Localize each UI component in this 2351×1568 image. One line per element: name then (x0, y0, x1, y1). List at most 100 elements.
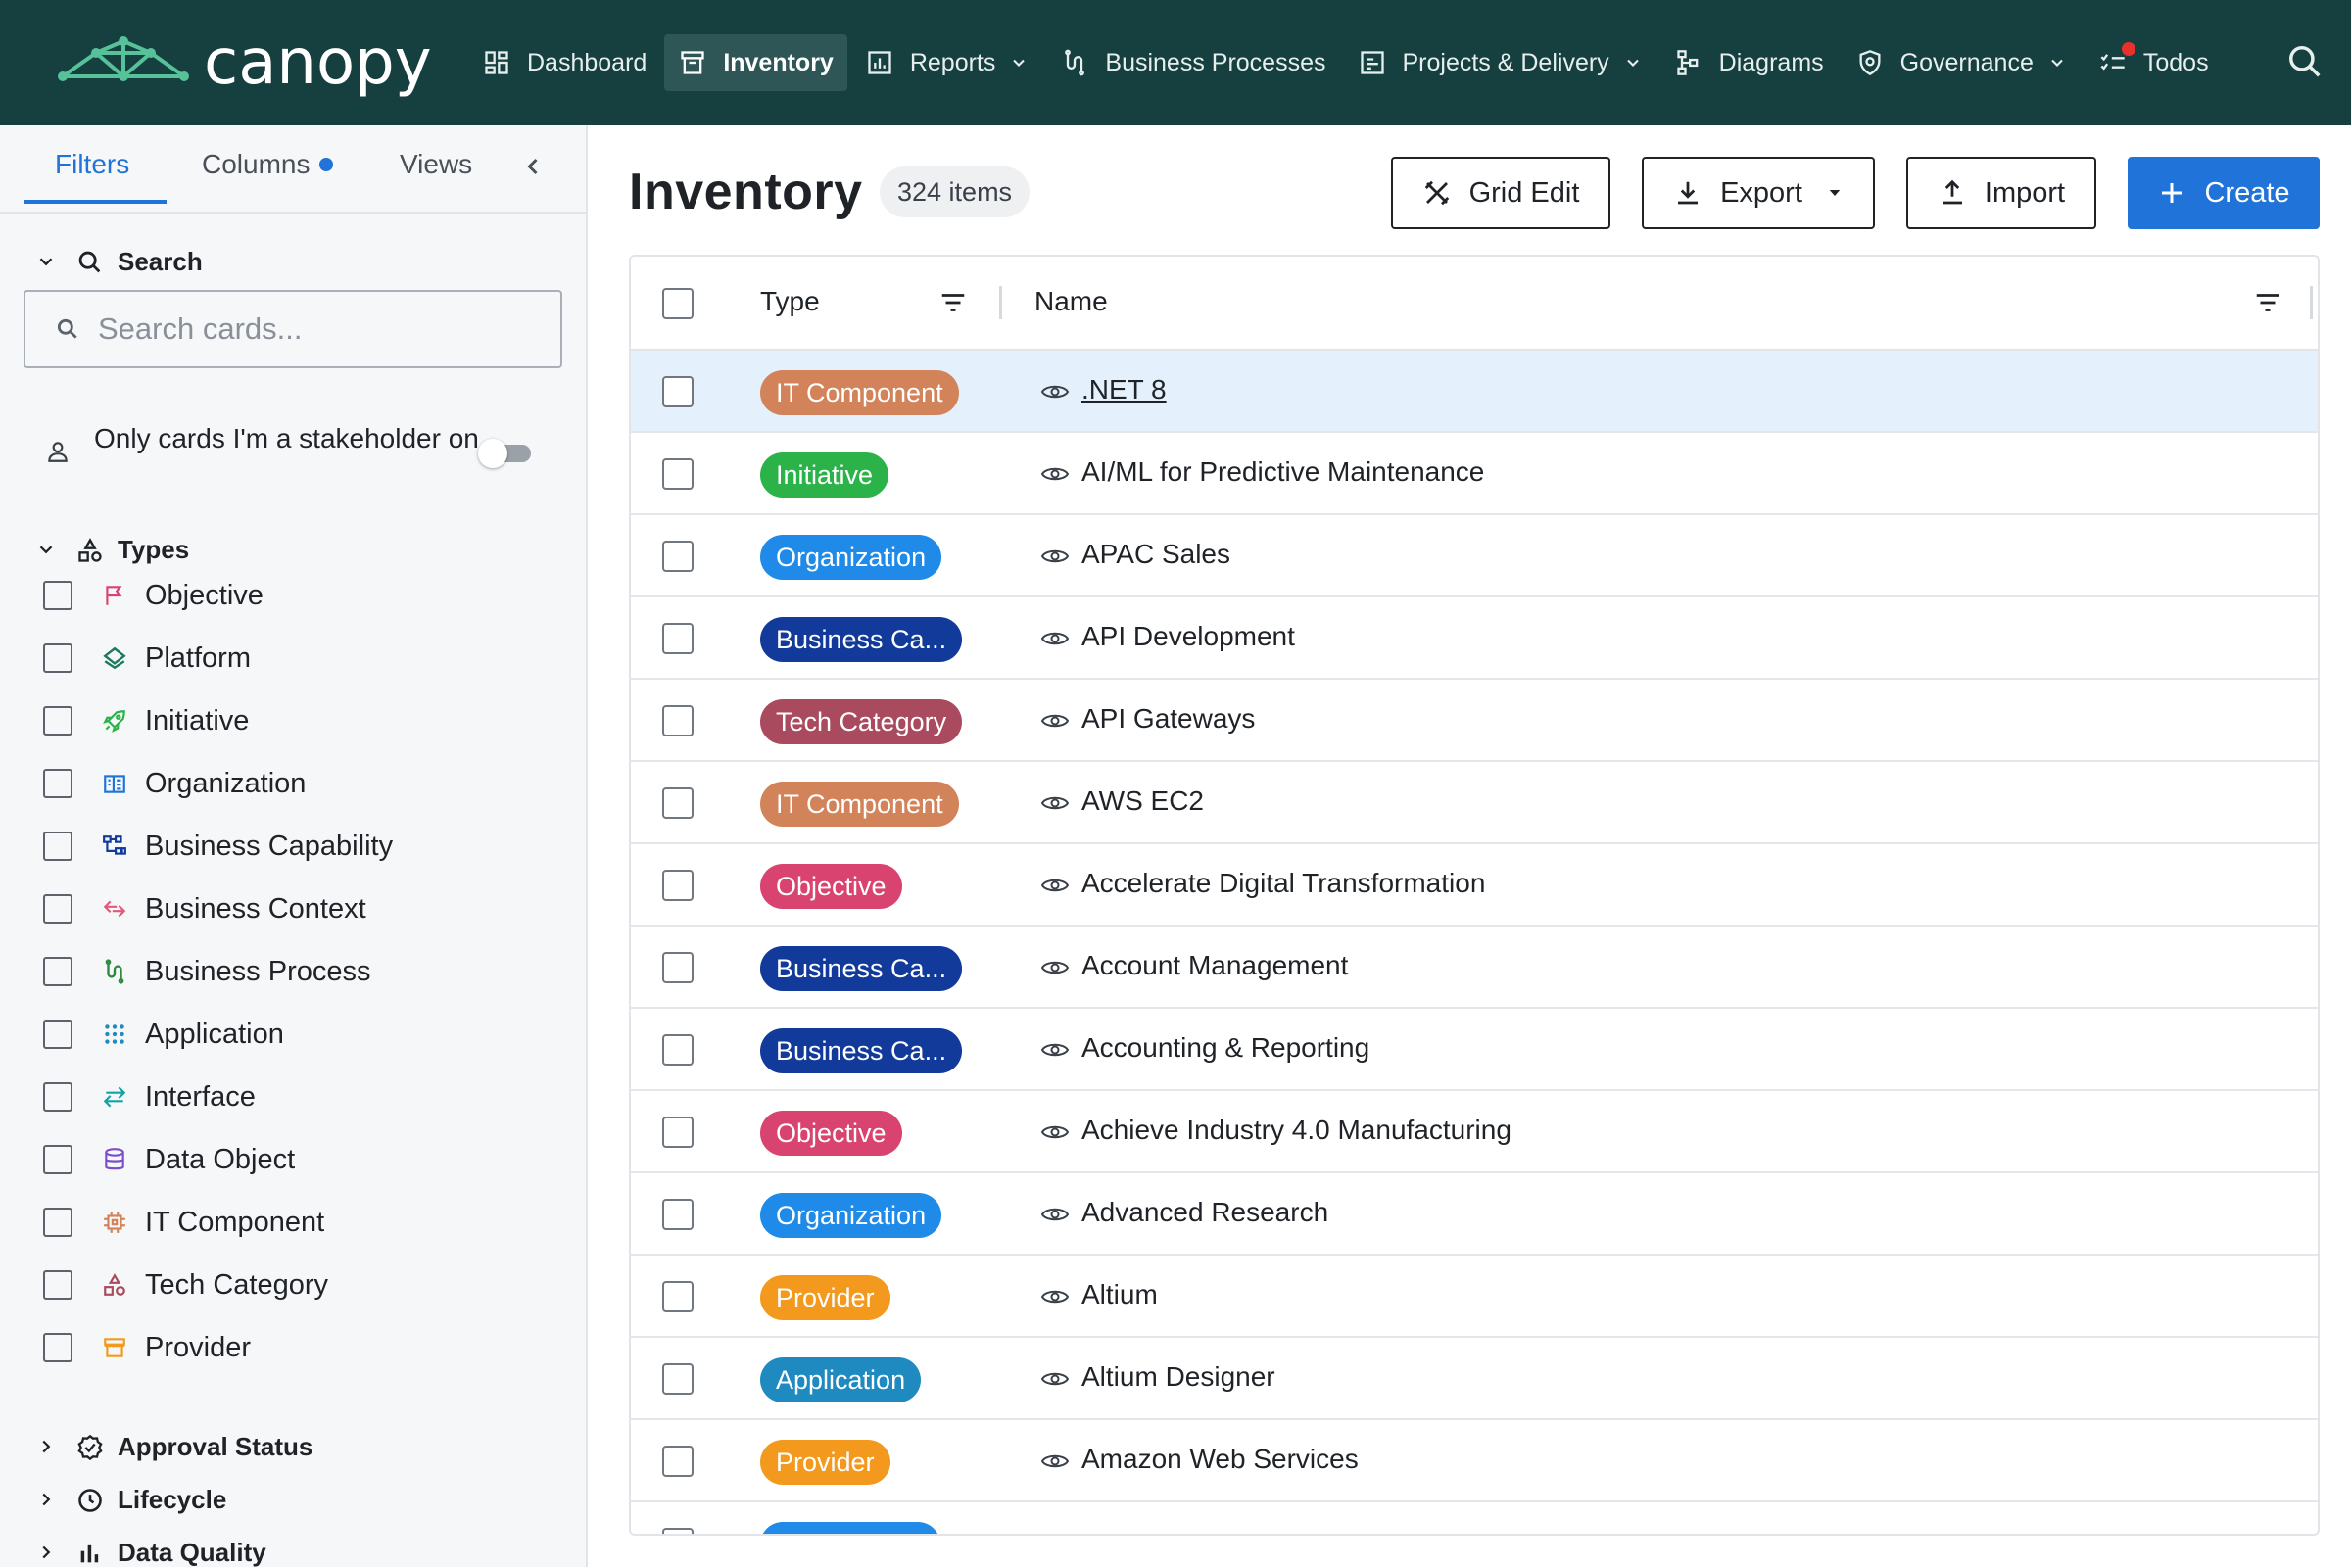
grid-edit-button[interactable]: Grid Edit (1391, 157, 1610, 229)
nav-dashboard[interactable]: Dashboard (468, 34, 660, 91)
tab-filters[interactable]: Filters (55, 149, 129, 180)
table-row[interactable]: Business Ca... Account Management (631, 927, 2318, 1009)
search-section-header[interactable]: Search (35, 247, 203, 277)
type-filter-tech-category[interactable]: Tech Category (43, 1265, 328, 1305)
type-filter-interface[interactable]: Interface (43, 1077, 256, 1117)
global-search-button[interactable] (2286, 43, 2326, 82)
canopy-logo[interactable]: canopy (57, 27, 432, 98)
row-checkbox[interactable] (662, 1117, 694, 1148)
type-filter-objective[interactable]: Objective (43, 576, 264, 615)
search-cards-field[interactable] (24, 290, 562, 368)
row-name[interactable]: Achieve Industry 4.0 Manufacturing (1081, 1115, 1511, 1146)
nav-inventory[interactable]: Inventory (664, 34, 847, 91)
select-all-checkbox[interactable] (662, 288, 694, 319)
eye-icon[interactable] (1040, 1038, 1070, 1062)
column-resize-handle[interactable] (999, 286, 1002, 319)
row-checkbox[interactable] (662, 541, 694, 572)
nav-diagrams[interactable]: Diagrams (1660, 34, 1838, 91)
row-checkbox[interactable] (662, 376, 694, 407)
data-quality-section-header[interactable]: Data Quality (35, 1538, 266, 1568)
row-checkbox[interactable] (662, 870, 694, 901)
table-row[interactable]: Provider Amazon Web Services (631, 1420, 2318, 1502)
table-row[interactable]: Business Ca... Accounting & Reporting (631, 1009, 2318, 1091)
tab-columns[interactable]: Columns (202, 149, 334, 180)
row-checkbox[interactable] (662, 1199, 694, 1230)
export-button[interactable]: Export (1642, 157, 1875, 229)
nav-business-processes[interactable]: Business Processes (1046, 34, 1339, 91)
type-checkbox[interactable] (43, 1020, 72, 1049)
table-row[interactable]: IT Component .NET 8 (631, 351, 2318, 433)
tab-views[interactable]: Views (400, 149, 472, 180)
row-checkbox[interactable] (662, 1034, 694, 1066)
table-row[interactable]: Objective Achieve Industry 4.0 Manufactu… (631, 1091, 2318, 1173)
row-name[interactable]: APAC Sales (1081, 539, 1230, 570)
eye-icon[interactable] (1040, 462, 1070, 486)
row-name[interactable]: Accelerate Digital Transformation (1081, 868, 1485, 899)
search-cards-input[interactable] (98, 311, 529, 347)
type-checkbox[interactable] (43, 1208, 72, 1237)
row-checkbox[interactable] (662, 1528, 694, 1534)
type-filter-business-capability[interactable]: Business Capability (43, 827, 393, 866)
row-name[interactable]: Account Management (1081, 950, 1348, 981)
table-row[interactable]: Organization Advanced Research (631, 1173, 2318, 1256)
nav-projects-delivery[interactable]: Projects & Delivery (1344, 34, 1656, 91)
table-row[interactable]: Organization APAC Sales (631, 515, 2318, 597)
type-filter-application[interactable]: Application (43, 1015, 284, 1054)
eye-icon[interactable] (1040, 874, 1070, 897)
row-checkbox[interactable] (662, 1281, 694, 1312)
column-header-type[interactable]: Type (760, 286, 820, 317)
row-name[interactable]: Altium (1081, 1279, 1158, 1310)
filter-icon[interactable] (2253, 288, 2284, 319)
row-checkbox[interactable] (662, 705, 694, 736)
type-checkbox[interactable] (43, 957, 72, 986)
type-checkbox[interactable] (43, 832, 72, 861)
type-filter-platform[interactable]: Platform (43, 639, 251, 678)
create-button[interactable]: Create (2128, 157, 2320, 229)
row-checkbox[interactable] (662, 1363, 694, 1395)
table-row[interactable]: Objective Accelerate Digital Transformat… (631, 844, 2318, 927)
nav-todos[interactable]: Todos (2085, 34, 2223, 91)
type-filter-business-context[interactable]: Business Context (43, 889, 366, 928)
row-name[interactable]: AWS EC2 (1081, 785, 1204, 817)
eye-icon[interactable] (1040, 1285, 1070, 1308)
eye-icon[interactable] (1040, 791, 1070, 815)
lifecycle-section-header[interactable]: Lifecycle (35, 1485, 226, 1515)
type-filter-organization[interactable]: Organization (43, 764, 306, 803)
nav-governance[interactable]: Governance (1842, 34, 2081, 91)
type-filter-data-object[interactable]: Data Object (43, 1140, 295, 1179)
eye-icon[interactable] (1040, 1367, 1070, 1391)
table-row[interactable]: IT Component AWS EC2 (631, 762, 2318, 844)
eye-icon[interactable] (1040, 1120, 1070, 1144)
eye-icon[interactable] (1040, 627, 1070, 650)
eye-icon[interactable] (1040, 1203, 1070, 1226)
table-row[interactable]: Application Altium Designer (631, 1338, 2318, 1420)
row-name-link[interactable]: .NET 8 (1081, 374, 1167, 405)
type-filter-provider[interactable]: Provider (43, 1328, 251, 1367)
nav-reports[interactable]: Reports (851, 34, 1043, 91)
type-checkbox[interactable] (43, 769, 72, 798)
row-name[interactable]: API Gateways (1081, 703, 1255, 735)
types-section-header[interactable]: Types (35, 535, 189, 565)
import-button[interactable]: Import (1906, 157, 2096, 229)
row-name[interactable]: AI/ML for Predictive Maintenance (1081, 456, 1484, 488)
row-checkbox[interactable] (662, 623, 694, 654)
table-row[interactable]: Provider Altium (631, 1256, 2318, 1338)
row-checkbox[interactable] (662, 952, 694, 983)
type-filter-business-process[interactable]: Business Process (43, 952, 371, 991)
eye-icon[interactable] (1040, 545, 1070, 568)
row-name[interactable]: Accounting & Reporting (1081, 1032, 1369, 1064)
row-name[interactable]: API Development (1081, 621, 1295, 652)
approval-status-section-header[interactable]: Approval Status (35, 1432, 312, 1462)
table-row[interactable]: Business Ca... API Development (631, 597, 2318, 680)
row-checkbox[interactable] (662, 787, 694, 819)
type-checkbox[interactable] (43, 1082, 72, 1112)
type-filter-it-component[interactable]: IT Component (43, 1203, 324, 1242)
type-checkbox[interactable] (43, 1333, 72, 1362)
type-checkbox[interactable] (43, 706, 72, 736)
table-row[interactable]: Tech Category API Gateways (631, 680, 2318, 762)
type-filter-initiative[interactable]: Initiative (43, 701, 249, 740)
row-name[interactable]: Advanced Research (1081, 1197, 1328, 1228)
table-row[interactable]: Initiative AI/ML for Predictive Maintena… (631, 433, 2318, 515)
eye-icon[interactable] (1040, 1449, 1070, 1473)
row-name[interactable]: Amazon Web Services (1081, 1444, 1359, 1475)
